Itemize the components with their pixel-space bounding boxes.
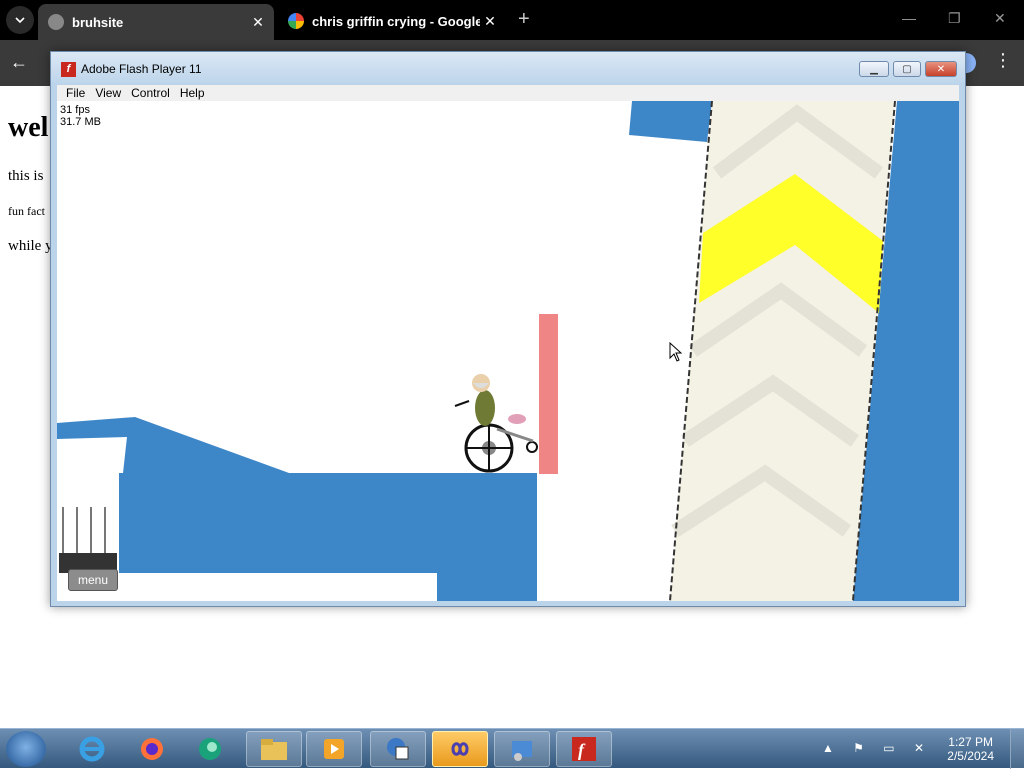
minimize-button[interactable]: ▁ (859, 61, 889, 77)
control-panel-icon[interactable] (494, 731, 550, 767)
white-gap (57, 437, 127, 473)
page-heading: wel (8, 112, 49, 143)
clock-date: 2/5/2024 (947, 749, 994, 763)
google-icon (288, 13, 304, 29)
firefox-icon[interactable] (124, 731, 180, 767)
close-tab-icon[interactable]: ✕ (248, 14, 268, 31)
system-tray-icons[interactable]: ▲ ⚑ ▭ ✕ (822, 741, 932, 755)
back-arrow-icon[interactable]: ← (10, 52, 28, 73)
menu-view[interactable]: View (95, 86, 121, 100)
performance-stats: 31 fps 31.7 MB (60, 104, 101, 128)
fps-readout: 31 fps (60, 104, 90, 116)
close-window-icon[interactable]: ✕ (994, 10, 1006, 27)
tasks-app-icon[interactable] (370, 731, 426, 767)
minimize-icon[interactable]: — (902, 10, 916, 26)
taskbar: f ▲ ⚑ ▭ ✕ 1:27 PM 2/5/2024 (0, 728, 1024, 769)
game-stage[interactable]: 31 fps 31.7 MB menu (57, 101, 959, 601)
new-tab-button[interactable]: + (518, 8, 530, 31)
clock-time: 1:27 PM (948, 735, 993, 749)
flash-title-bar[interactable]: f Adobe Flash Player 11 ▁ ▢ ✕ (51, 52, 965, 85)
flash-player-window[interactable]: f Adobe Flash Player 11 ▁ ▢ ✕ File View … (50, 51, 966, 607)
flash-player-task-icon[interactable]: f (556, 731, 612, 767)
window-title: Adobe Flash Player 11 (81, 62, 202, 76)
pink-pole (539, 314, 558, 474)
start-button[interactable] (6, 731, 46, 767)
menu-help[interactable]: Help (180, 86, 205, 100)
show-desktop-button[interactable] (1010, 729, 1024, 769)
infinity-app-icon[interactable] (432, 731, 488, 767)
blue-block (629, 101, 712, 142)
wheelchair-character (454, 374, 538, 473)
flash-logo-icon: f (61, 62, 76, 77)
menu-file[interactable]: File (66, 86, 85, 100)
file-explorer-icon[interactable] (246, 731, 302, 767)
tab-title: bruhsite (72, 14, 124, 30)
tab-search-button[interactable] (6, 6, 34, 34)
page-line: while y (8, 238, 53, 254)
globe-icon (48, 14, 64, 30)
more-menu-icon[interactable]: ⋮ (994, 50, 1012, 71)
tab-bruhsite[interactable]: bruhsite ✕ (38, 4, 274, 40)
media-player-icon[interactable] (306, 731, 362, 767)
browser-app-icon[interactable] (182, 731, 238, 767)
browser-tab-strip: bruhsite ✕ chris griffin crying - Google… (0, 0, 1024, 40)
page-line: fun fact (8, 204, 45, 218)
menu-control[interactable]: Control (131, 86, 170, 100)
game-menu-button[interactable]: menu (68, 569, 118, 591)
chevron-down-icon (15, 17, 25, 24)
tab-google-search[interactable]: chris griffin crying - Google Se ✕ (278, 6, 506, 36)
internet-explorer-icon[interactable] (64, 731, 120, 767)
tab-title: chris griffin crying - Google Se (312, 13, 480, 29)
close-button[interactable]: ✕ (925, 61, 957, 77)
restore-icon[interactable]: ❐ (948, 10, 961, 27)
close-tab-icon[interactable]: ✕ (480, 13, 500, 30)
spikes (62, 507, 106, 553)
game-scene (57, 101, 959, 601)
flash-menu-bar: File View Control Help (57, 85, 959, 101)
mouse-cursor-icon (669, 342, 683, 362)
clock[interactable]: 1:27 PM 2/5/2024 (947, 735, 994, 763)
page-line: this is (8, 168, 44, 184)
maximize-button[interactable]: ▢ (893, 61, 921, 77)
memory-readout: 31.7 MB (60, 116, 101, 128)
